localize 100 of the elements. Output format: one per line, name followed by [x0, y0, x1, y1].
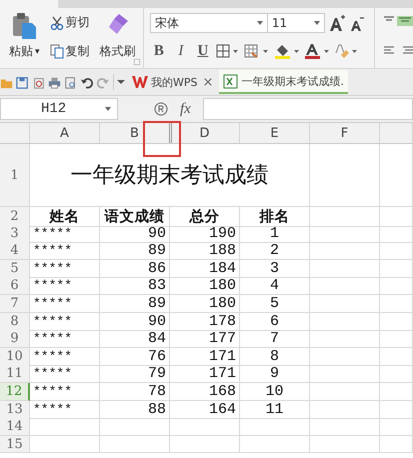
table-cell: 78: [100, 382, 170, 401]
table-cell: 178: [170, 312, 240, 331]
empty-cell: [380, 294, 413, 313]
font-name-select[interactable]: 宋体: [150, 13, 268, 33]
font-color-icon[interactable]: [304, 43, 330, 59]
empty-cell: [380, 330, 413, 348]
font-grow-icon[interactable]: [328, 14, 346, 32]
spreadsheet-icon: [223, 74, 238, 88]
empty-cell: [310, 436, 380, 454]
table-cell: *****: [30, 242, 100, 260]
cut-button[interactable]: 剪切: [48, 14, 92, 31]
empty-cell: [100, 436, 170, 454]
launcher-icon: [134, 59, 140, 65]
empty-cell: [240, 418, 310, 436]
empty-cell: [380, 312, 413, 331]
empty-cell: [380, 382, 413, 401]
empty-cell: [310, 418, 380, 436]
empty-cell: [380, 224, 413, 243]
row-header[interactable]: 8: [0, 312, 30, 331]
empty-cell: [310, 348, 380, 366]
font-size-select[interactable]: 11: [266, 13, 325, 33]
cell-style-icon[interactable]: [244, 44, 270, 58]
close-tab-button[interactable]: ×: [200, 74, 216, 90]
table-cell: *****: [30, 400, 100, 419]
table-cell: 11: [240, 400, 310, 419]
empty-cell: [310, 365, 380, 384]
undo-icon[interactable]: [80, 76, 93, 88]
column-header[interactable]: E: [240, 123, 310, 143]
row-header[interactable]: 13: [0, 400, 30, 419]
document-tab[interactable]: 我的WPS ×: [128, 70, 220, 94]
column-label: 总分: [170, 207, 240, 227]
formula-input[interactable]: [202, 98, 413, 120]
bold-button[interactable]: B: [150, 42, 168, 60]
paste-icon: [11, 12, 38, 40]
table-cell: 164: [170, 400, 240, 419]
table-cell: 177: [170, 330, 240, 348]
row-header[interactable]: 1: [0, 144, 30, 207]
hidden-column-divider[interactable]: [169, 123, 172, 143]
document-tab[interactable]: 一年级期末考试成绩.: [219, 70, 348, 94]
table-cell: 88: [100, 400, 170, 419]
row-header[interactable]: 10: [0, 348, 30, 366]
copy-button[interactable]: 复制: [48, 43, 92, 60]
empty-cell: [380, 418, 413, 436]
column-label: 排名: [240, 207, 310, 227]
empty-cell: [310, 312, 380, 331]
table-cell: 9: [240, 365, 310, 384]
row-header[interactable]: 3: [0, 224, 30, 243]
name-box[interactable]: H12: [0, 98, 118, 120]
table-cell: 4: [240, 277, 310, 296]
empty-cell: [310, 382, 380, 401]
print-icon[interactable]: [48, 76, 61, 88]
row-header[interactable]: 6: [0, 277, 30, 296]
row-header[interactable]: 5: [0, 260, 30, 278]
save-icon[interactable]: [16, 76, 29, 88]
table-cell: 3: [240, 260, 310, 278]
row-header[interactable]: 11: [0, 365, 30, 384]
italic-button[interactable]: I: [172, 42, 190, 60]
fill-color-icon[interactable]: [274, 43, 300, 59]
empty-cell: [310, 207, 380, 227]
empty-cell: [380, 436, 413, 454]
insert-function-button[interactable]: fx: [176, 100, 195, 118]
table-cell: 79: [100, 365, 170, 384]
align-left-icon[interactable]: [383, 46, 413, 56]
format-painter-button[interactable]: 格式刷: [98, 43, 138, 60]
empty-cell: [310, 242, 380, 260]
table-cell: 90: [100, 224, 170, 243]
table-cell: 1: [240, 224, 310, 243]
print-preview-icon[interactable]: [64, 76, 77, 88]
paste-button[interactable]: 粘贴 ▾: [7, 43, 42, 60]
row-header[interactable]: 2: [0, 207, 30, 227]
empty-cell: [170, 418, 240, 436]
borders-icon[interactable]: [216, 44, 240, 58]
table-cell: *****: [30, 365, 100, 384]
column-header[interactable]: D: [170, 123, 240, 143]
align-top-icon[interactable]: [383, 16, 413, 26]
row-header[interactable]: 15: [0, 436, 30, 454]
table-cell: 180: [170, 294, 240, 313]
table-cell: 76: [100, 348, 170, 366]
table-cell: 7: [240, 330, 310, 348]
sheet-title: 一年级期末考试成绩: [30, 144, 310, 207]
column-header[interactable]: F: [310, 123, 380, 143]
empty-cell: [310, 224, 380, 243]
empty-cell: [380, 365, 413, 384]
underline-button[interactable]: U: [194, 42, 212, 60]
column-header[interactable]: A: [30, 123, 100, 143]
row-header[interactable]: 4: [0, 242, 30, 260]
table-cell: 188: [170, 242, 240, 260]
table-cell: 190: [170, 224, 240, 243]
row-header[interactable]: 12: [0, 382, 30, 401]
table-cell: *****: [30, 260, 100, 278]
column-header[interactable]: B: [100, 123, 170, 143]
empty-cell: [380, 277, 413, 296]
empty-cell: [380, 348, 413, 366]
row-header[interactable]: 14: [0, 418, 30, 436]
export-pdf-icon[interactable]: [32, 76, 45, 88]
caret-icon: [256, 21, 263, 25]
row-header[interactable]: 9: [0, 330, 30, 348]
table-cell: 89: [100, 242, 170, 260]
table-cell: 86: [100, 260, 170, 278]
row-header[interactable]: 7: [0, 294, 30, 313]
